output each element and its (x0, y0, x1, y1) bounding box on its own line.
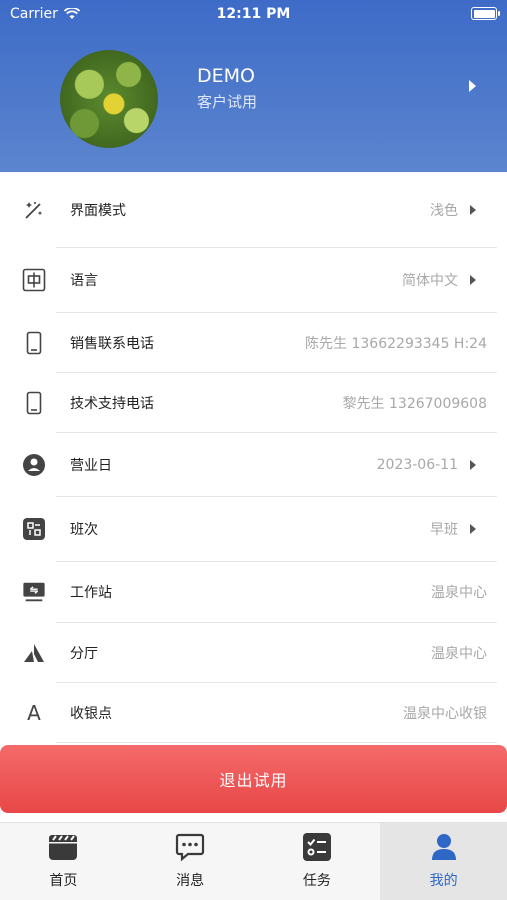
user-subtitle: 客户试用 (197, 93, 258, 111)
home-icon (49, 835, 78, 860)
shift-icon (22, 517, 46, 541)
task-icon (302, 833, 331, 861)
settings-row-value: 早班 (430, 522, 458, 538)
tab-messages[interactable]: 消息 (127, 823, 254, 900)
settings-row-business-day[interactable]: 营业日 2023-06-11 (0, 433, 507, 496)
settings-row-workstation[interactable]: 工作站 温泉中心 (0, 562, 507, 622)
settings-row-value: 陈先生 13662293345 H:24 (305, 336, 487, 352)
profile-header: Carrier 12:11 PM DEMO 客户试用 (0, 0, 507, 172)
settings-row-value: 温泉中心 (431, 585, 487, 601)
tab-label: 首页 (49, 873, 78, 889)
battery-fill (473, 9, 495, 18)
hall-icon (22, 641, 46, 665)
divider (56, 742, 497, 743)
tab-bar: 首页 消息 任务 我的 (0, 822, 507, 900)
settings-row-language[interactable]: 语言 简体中文 (0, 248, 507, 312)
chevron-right-icon (470, 459, 476, 470)
tab-label: 消息 (176, 873, 205, 889)
battery-icon (471, 7, 500, 20)
chevron-right-icon (470, 524, 476, 534)
cashier-icon: A (27, 701, 41, 725)
settings-row-label: 工作站 (70, 585, 112, 601)
chevron-right-icon[interactable] (469, 80, 476, 92)
settings-row-value: 温泉中心 (431, 645, 487, 662)
language-icon (22, 268, 46, 292)
tab-label: 任务 (302, 873, 331, 889)
logout-button[interactable]: 退出试用 (0, 745, 507, 813)
settings-row-shift[interactable]: 班次 早班 (0, 497, 507, 561)
settings-row-value: 2023-06-11 (376, 456, 458, 473)
settings-row-label: 界面模式 (70, 202, 126, 219)
settings-row-label: 销售联系电话 (70, 336, 154, 352)
settings-row-label: 技术支持电话 (70, 395, 154, 412)
user-name: DEMO (197, 65, 255, 87)
settings-row-label: 分厅 (70, 645, 98, 662)
business-day-icon (22, 453, 46, 477)
settings-row-value: 温泉中心收银 (403, 706, 487, 722)
chevron-right-icon (470, 204, 476, 215)
status-bar: Carrier 12:11 PM (0, 0, 507, 30)
phone-icon (22, 331, 46, 355)
phone-icon (22, 391, 46, 415)
settings-row-value: 简体中文 (402, 273, 458, 289)
tab-home[interactable]: 首页 (0, 823, 127, 900)
message-icon (176, 833, 205, 862)
chevron-right-icon (470, 275, 476, 285)
settings-row-label: 语言 (70, 273, 98, 289)
status-time: 12:11 PM (216, 6, 291, 22)
tab-tasks[interactable]: 任务 (254, 823, 381, 900)
avatar[interactable] (60, 50, 158, 148)
workstation-icon (22, 580, 46, 604)
settings-row-sales-phone[interactable]: 销售联系电话 陈先生 13662293345 H:24 (0, 313, 507, 373)
tab-profile[interactable]: 我的 (380, 823, 507, 900)
settings-row-cashier[interactable]: A 收银点 温泉中心收银 (0, 683, 507, 743)
settings-row-support-phone[interactable]: 技术支持电话 黎先生 13267009608 (0, 373, 507, 432)
settings-row-label: 班次 (70, 522, 98, 538)
settings-row-label: 营业日 (70, 457, 112, 474)
settings-row-theme[interactable]: 界面模式 浅色 (0, 172, 507, 247)
profile-icon (431, 834, 456, 860)
settings-row-label: 收银点 (70, 706, 112, 722)
theme-mode-icon (22, 198, 46, 222)
settings-row-value: 浅色 (430, 202, 458, 219)
settings-row-value: 黎先生 13267009608 (342, 395, 487, 412)
tab-label: 我的 (429, 873, 458, 889)
settings-row-hall[interactable]: 分厅 温泉中心 (0, 623, 507, 682)
